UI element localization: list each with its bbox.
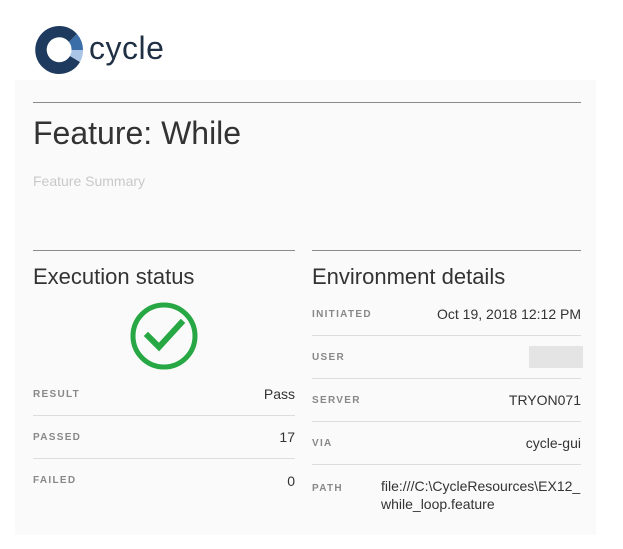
check-circle-icon	[130, 302, 198, 370]
execution-status-title: Execution status	[33, 264, 195, 289]
passed-value: 17	[279, 429, 295, 446]
header-divider	[33, 102, 581, 103]
result-label: RESULT	[33, 388, 81, 400]
result-row: RESULT Pass	[33, 373, 295, 417]
failed-value: 0	[287, 472, 295, 489]
report-page: cycle Feature: While Feature Summary Exe…	[0, 0, 623, 549]
path-row: PATH file:///C:\CycleResources\EX12_whil…	[312, 465, 581, 525]
brand-name: cycle	[89, 30, 165, 66]
user-value-redacted	[529, 346, 583, 369]
cycle-logo-icon	[35, 25, 84, 74]
section-divider	[312, 250, 581, 251]
path-value: file:///C:\CycleResources\EX12_while_loo…	[381, 478, 581, 513]
cycle-logo: cycle	[33, 24, 164, 76]
server-row: SERVER TRYON071	[312, 379, 581, 423]
initiated-label: INITIATED	[312, 308, 372, 320]
via-label: VIA	[312, 437, 333, 449]
environment-section: Environment details INITIATED Oct 19, 20…	[312, 250, 583, 525]
user-row: USER	[312, 336, 583, 380]
execution-status-section: Execution status RESULT Pass PASSED 17 F…	[33, 250, 295, 502]
user-label: USER	[312, 351, 345, 363]
path-label: PATH	[312, 483, 343, 495]
server-label: SERVER	[312, 394, 361, 406]
passed-row: PASSED 17	[33, 416, 295, 460]
passed-label: PASSED	[33, 431, 82, 443]
section-divider	[33, 250, 295, 251]
result-value: Pass	[263, 386, 295, 403]
pass-status	[33, 301, 295, 371]
via-row: VIA cycle-gui	[312, 422, 581, 466]
via-value: cycle-gui	[525, 435, 581, 452]
execution-stats: RESULT Pass PASSED 17 FAILED 0	[33, 373, 295, 502]
initiated-row: INITIATED Oct 19, 2018 12:12 PM	[312, 293, 581, 337]
failed-label: FAILED	[33, 475, 77, 487]
feature-title: Feature: While	[33, 115, 242, 151]
initiated-value: Oct 19, 2018 12:12 PM	[437, 306, 581, 323]
feature-summary: Feature Summary	[33, 173, 146, 189]
failed-row: FAILED 0	[33, 459, 295, 502]
server-value: TRYON071	[508, 392, 581, 409]
environment-title: Environment details	[312, 264, 506, 289]
environment-details: INITIATED Oct 19, 2018 12:12 PM USER SER…	[312, 293, 583, 525]
